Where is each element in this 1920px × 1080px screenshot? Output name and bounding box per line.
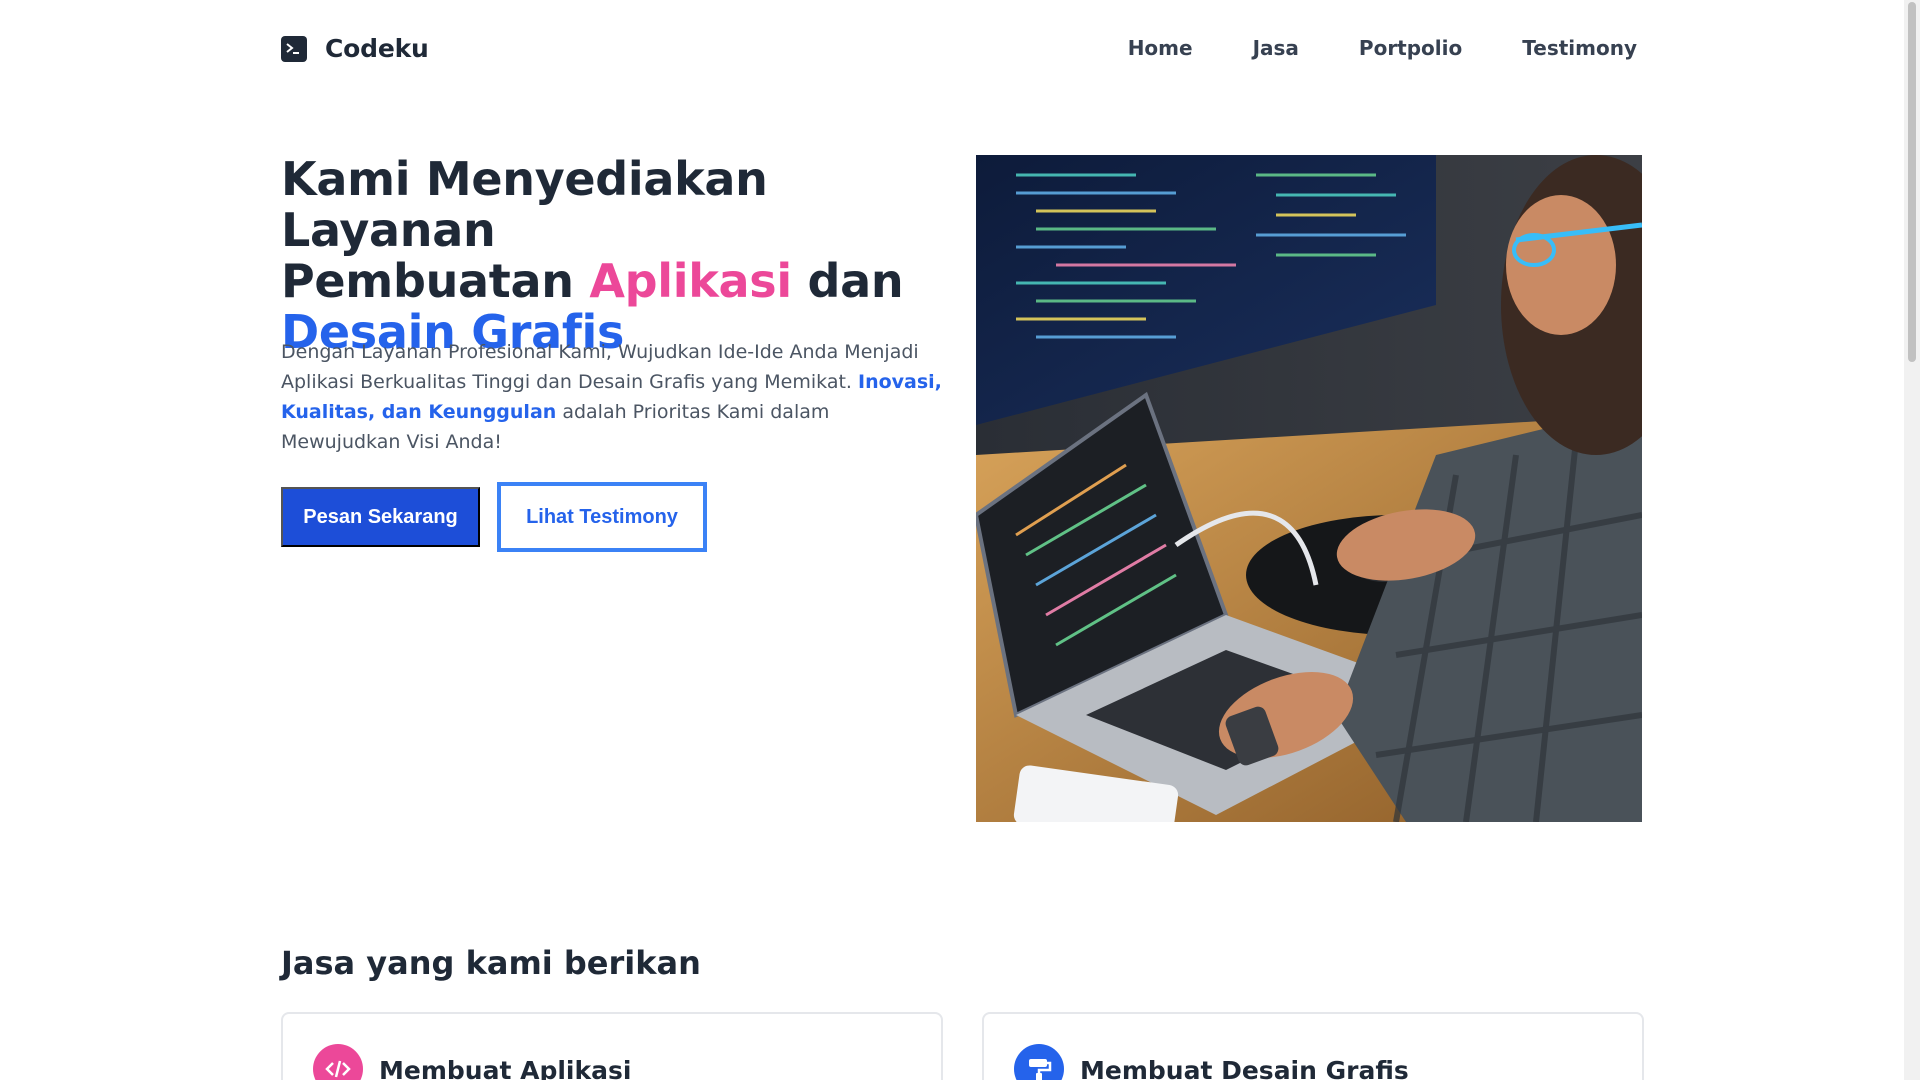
nav-link-home[interactable]: Home <box>1098 36 1223 60</box>
hero-desc-part1: Dengan Layanan Profesional Kami, Wujudka… <box>281 341 919 393</box>
navbar: Codeku Home Jasa Portpolio Testimony <box>281 26 1637 72</box>
terminal-icon <box>281 35 307 62</box>
hero-title-line1: Kami Menyediakan Layanan <box>281 152 768 257</box>
service-card-design[interactable]: Membuat Desain Grafis <box>982 1012 1644 1080</box>
hero-image <box>976 155 1642 822</box>
hero-title-part2: Pembuatan <box>281 254 590 308</box>
paint-roller-icon <box>1014 1044 1064 1080</box>
hero-photo-illustration <box>976 155 1642 822</box>
hero-title: Kami Menyediakan Layanan Pembuatan Aplik… <box>281 154 981 358</box>
hero-description: Dengan Layanan Profesional Kami, Wujudka… <box>281 337 951 457</box>
page: Codeku Home Jasa Portpolio Testimony Kam… <box>0 0 1920 1080</box>
nav-links: Home Jasa Portpolio Testimony <box>1098 36 1637 60</box>
hero-title-highlight-aplikasi: Aplikasi <box>589 254 792 308</box>
service-card-title: Membuat Aplikasi <box>379 1056 632 1080</box>
scrollbar-thumb[interactable] <box>1908 2 1916 362</box>
service-card-app[interactable]: Membuat Aplikasi <box>281 1012 943 1080</box>
brand-logo[interactable]: Codeku <box>281 34 429 63</box>
service-card-title: Membuat Desain Grafis <box>1080 1056 1409 1080</box>
code-icon <box>313 1044 363 1080</box>
services-title: Jasa yang kami berikan <box>281 944 701 982</box>
nav-link-jasa[interactable]: Jasa <box>1223 36 1329 60</box>
nav-link-portpolio[interactable]: Portpolio <box>1329 36 1492 60</box>
page-scrollbar[interactable] <box>1904 0 1920 1080</box>
nav-link-testimony[interactable]: Testimony <box>1492 36 1637 60</box>
brand-name: Codeku <box>325 34 429 63</box>
order-now-button[interactable]: Pesan Sekarang <box>281 487 480 547</box>
view-testimony-button[interactable]: Lihat Testimony <box>497 482 707 552</box>
hero-title-part3: dan <box>791 254 904 308</box>
